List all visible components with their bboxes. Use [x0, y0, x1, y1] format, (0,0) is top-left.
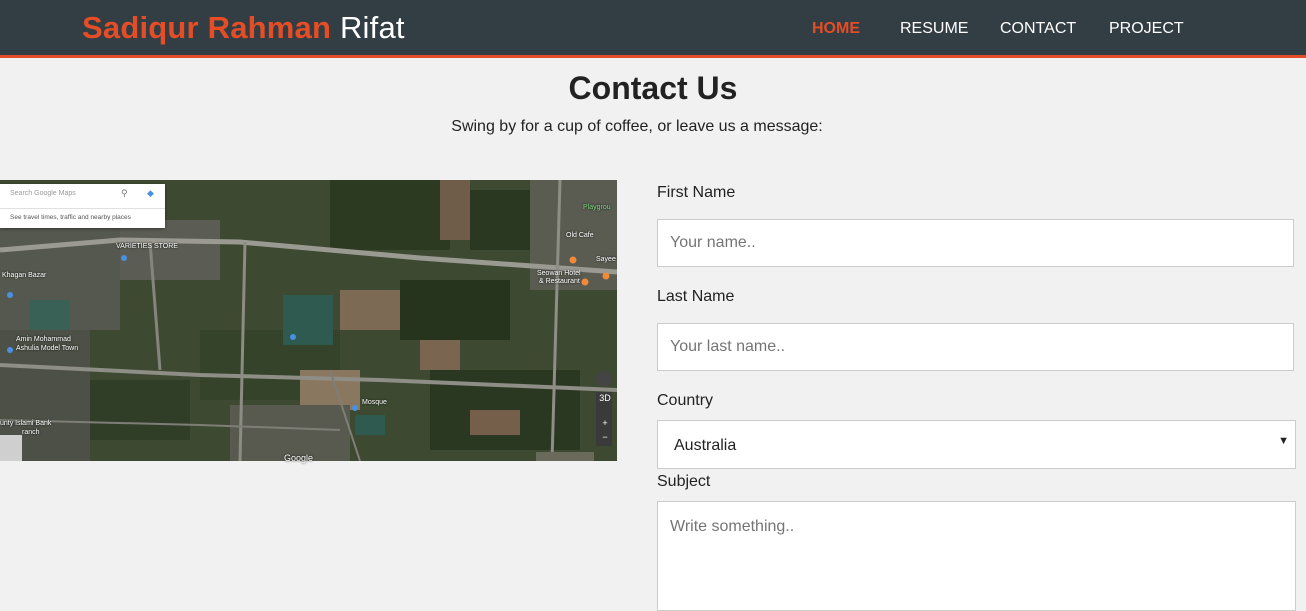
site-brand[interactable]: Sadiqur Rahman Rifat: [82, 10, 405, 46]
page-title: Contact Us: [568, 70, 738, 106]
subject-label: Subject: [657, 473, 711, 490]
map-label-mosque: Mosque: [362, 399, 387, 406]
map-zoom-out-button[interactable]: −: [597, 430, 613, 444]
nav-project[interactable]: PROJECT: [1109, 20, 1184, 38]
nav-home[interactable]: HOME: [812, 20, 860, 38]
map-label-islami-bank: unty Islami Bank: [0, 420, 52, 427]
map-search-divider: [0, 208, 165, 209]
nav-contact[interactable]: CONTACT: [1000, 20, 1076, 38]
map-label-varieties-store: VARIETIES STORE: [116, 243, 178, 250]
map-search-hint[interactable]: See travel times, traffic and nearby pla…: [10, 214, 131, 221]
country-select[interactable]: Australia ▼: [657, 420, 1296, 469]
map-label-branch: ranch: [22, 429, 40, 436]
map-label-khagan-bazar: Khagan Bazar: [2, 272, 47, 279]
country-label: Country: [657, 392, 714, 409]
google-map[interactable]: Search Google Maps ⚲ ◆ See travel times,…: [0, 180, 617, 461]
google-logo: Google: [284, 453, 314, 463]
map-label-old-cafe: Old Cafe: [566, 232, 594, 239]
brand-first-name: Sadiqur Rahman: [82, 10, 332, 45]
first-name-label: First Name: [657, 184, 736, 201]
search-icon[interactable]: ⚲: [121, 188, 128, 199]
map-label-restaurant: & Restaurant: [539, 278, 580, 285]
last-name-label: Last Name: [657, 288, 735, 305]
subject-textarea[interactable]: [657, 501, 1296, 611]
map-label-seowan-hotel: Seowan Hotel: [537, 270, 581, 277]
map-label-playground: Playgrou: [583, 204, 611, 211]
country-selected-value: Australia: [674, 437, 737, 454]
map-label-ashulia-model-town: Ashulia Model Town: [16, 345, 79, 352]
first-name-input[interactable]: [657, 219, 1294, 267]
map-label-amin-mohammad: Amin Mohammad: [16, 336, 71, 343]
last-name-input[interactable]: [657, 323, 1294, 371]
directions-icon[interactable]: ◆: [147, 188, 154, 199]
map-tilt-3d-button[interactable]: 3D: [597, 391, 613, 405]
chevron-down-icon: ▼: [1278, 435, 1289, 447]
nav-resume[interactable]: RESUME: [900, 20, 968, 38]
page-subtitle: Swing by for a cup of coffee, or leave u…: [451, 118, 823, 135]
map-label-sayeed: Sayee: [596, 256, 616, 263]
map-search-input[interactable]: Search Google Maps: [10, 190, 76, 197]
site-header: Sadiqur Rahman Rifat HOME RESUME CONTACT…: [0, 0, 1306, 58]
brand-last-name: Rifat: [339, 10, 405, 45]
map-search-box[interactable]: Search Google Maps ⚲ ◆ See travel times,…: [0, 184, 165, 228]
map-zoom-in-button[interactable]: +: [597, 416, 613, 430]
